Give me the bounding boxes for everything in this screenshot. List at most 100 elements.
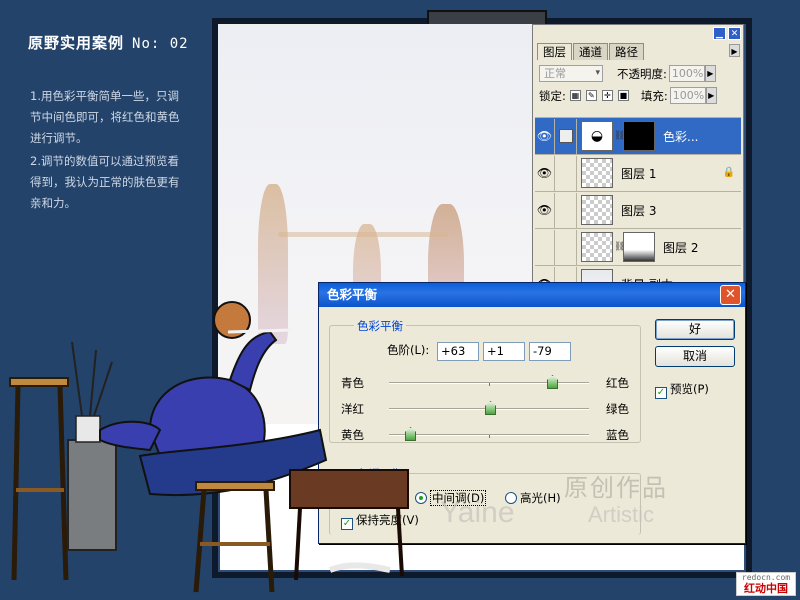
chain-icon[interactable]: ⛓ (614, 131, 625, 141)
slider-track[interactable] (389, 375, 589, 389)
layer-link-box[interactable] (555, 118, 577, 154)
checkmark-icon: ✓ (655, 387, 667, 399)
layer-row-layer-1[interactable]: 👁 图层 1 🔒 (535, 154, 741, 191)
title-text: 原野实用案例 (28, 34, 125, 52)
layer-link-box[interactable] (555, 155, 577, 191)
lock-icons: ▦ ✎ ✛ ■ (569, 90, 629, 101)
mask-thumbnail (623, 232, 655, 262)
close-icon[interactable]: ✕ (720, 285, 741, 305)
watermark-en: Yaine (440, 496, 515, 529)
opacity-arrow-icon[interactable]: ▶ (704, 65, 716, 82)
slider-right-label: 红色 (606, 376, 629, 390)
description: 1.用色彩平衡简单一些，只调节中间色即可，将红色和黄色进行调节。 2.调节的数值… (30, 86, 190, 214)
layer-name: 图层 2 (663, 240, 699, 255)
slider-track[interactable] (389, 401, 589, 415)
minimize-icon[interactable]: ▁ (713, 27, 726, 40)
slider-track[interactable] (389, 427, 589, 441)
layer-thumbnail (581, 195, 613, 225)
level-input-yellow-blue[interactable]: -79 (529, 342, 571, 361)
slider-left-label: 青色 (341, 376, 364, 390)
checkmark-icon: ✓ (341, 518, 353, 530)
title-number: No: 02 (132, 36, 189, 52)
site-logo: redocn.com 红动中国 (736, 572, 796, 596)
layer-name: 图层 1 (621, 166, 657, 181)
lock-label: 锁定: (539, 88, 566, 103)
preview-label: 预览(P) (670, 382, 709, 396)
slider-left-label: 黄色 (341, 428, 364, 442)
blend-opacity-row: 正常 不透明度: 100% ▶ (539, 65, 739, 82)
preserve-luminosity-label: 保持亮度(V) (356, 513, 419, 527)
close-icon[interactable]: ✕ (728, 27, 741, 40)
layer-row-layer-2[interactable]: ⛓ 图层 2 (535, 228, 741, 265)
opacity-label: 不透明度: (617, 66, 667, 81)
layer-link-box[interactable] (555, 229, 577, 265)
cabinet (67, 341, 117, 551)
adjustment-thumbnail: ◒ (581, 121, 613, 151)
ok-button[interactable]: 好 (655, 319, 735, 340)
slider-thumb[interactable] (405, 427, 416, 441)
color-slider-row: 青色 红色 (341, 375, 629, 391)
lock-pixels-icon[interactable]: ✎ (585, 90, 597, 101)
eye-icon[interactable]: 👁 (535, 118, 555, 154)
panel-menu-icon[interactable]: ▶ (729, 44, 740, 57)
slider-thumb[interactable] (485, 401, 496, 415)
cancel-button[interactable]: 取消 (655, 346, 735, 367)
panel-window-buttons: ▁ ✕ (713, 27, 741, 40)
site-name: 红动中国 (744, 582, 788, 595)
lock-transparency-icon[interactable]: ▦ (569, 90, 581, 101)
blend-mode-select[interactable]: 正常 (539, 65, 603, 82)
eye-icon[interactable]: 👁 (535, 192, 555, 228)
tab-paths[interactable]: 路径 (609, 43, 644, 60)
levels-label: 色阶(L): (387, 343, 430, 357)
group-label: 色彩平衡 (354, 318, 406, 334)
layer-thumbnail (581, 232, 613, 262)
mask-thumbnail (623, 121, 655, 151)
layer-row-color-balance[interactable]: 👁 ◒ ⛓ 色彩... (535, 117, 741, 154)
layers-panel: ▁ ✕ 图层 通道 路径 ▶ 正常 不透明度: 100% ▶ 锁定: ▦ ✎ ✛… (532, 24, 744, 302)
slider-right-label: 蓝色 (606, 428, 629, 442)
group-label: 色调平衡 (354, 466, 406, 482)
level-input-magenta-green[interactable]: +1 (483, 342, 525, 361)
fill-input[interactable]: 100% (669, 87, 706, 104)
tab-layers[interactable]: 图层 (537, 43, 572, 60)
fill-arrow-icon[interactable]: ▶ (705, 87, 717, 104)
layer-link-box[interactable] (555, 192, 577, 228)
description-step-1: 1.用色彩平衡简单一些，只调节中间色即可，将红色和黄色进行调节。 (30, 89, 180, 145)
slider-right-label: 绿色 (606, 402, 629, 416)
slider-center-tick (489, 383, 490, 386)
chain-icon[interactable]: ⛓ (614, 242, 625, 252)
slider-left-label: 洋红 (341, 402, 364, 416)
preview-checkbox[interactable]: ✓ 预览(P) (655, 381, 709, 399)
layer-name: 色彩... (663, 129, 699, 144)
stool-left (9, 377, 69, 581)
watermark-en2: Artistic (588, 502, 654, 527)
color-slider-row: 黄色 蓝色 (341, 427, 629, 443)
layer-list: 👁 ◒ ⛓ 色彩... 👁 图层 1 🔒 👁 图层 3 ⛓ 图层 2 (535, 117, 741, 302)
layer-row-layer-3[interactable]: 👁 图层 3 (535, 191, 741, 228)
description-step-2: 2.调节的数值可以通过预览看得到，我认为正常的肤色更有亲和力。 (30, 154, 180, 210)
radio-icon (415, 492, 427, 504)
eye-hidden-box[interactable] (535, 229, 555, 265)
watermark-cn: 原创作品 (564, 474, 668, 502)
color-balance-dialog: 色彩平衡 ✕ 色彩平衡 色阶(L): +63 +1 -79 青色 红色 洋红 绿色 黄色… (318, 282, 746, 544)
tab-channels[interactable]: 通道 (573, 43, 608, 60)
fill-label: 填充: (640, 88, 668, 103)
lock-icon: 🔒 (722, 167, 735, 178)
layer-name: 图层 3 (621, 203, 657, 218)
level-input-cyan-red[interactable]: +63 (437, 342, 479, 361)
eye-icon[interactable]: 👁 (535, 155, 555, 191)
lock-fill-row: 锁定: ▦ ✎ ✛ ■ 填充: 100% ▶ (539, 87, 739, 104)
opacity-input[interactable]: 100% (668, 65, 705, 82)
dancer-figure (258, 184, 288, 344)
slider-center-tick (489, 435, 490, 438)
highlights-label: 高光(H) (520, 491, 561, 505)
lock-position-icon[interactable]: ✛ (601, 90, 613, 101)
color-slider-row: 洋红 绿色 (341, 401, 629, 417)
dancers-arms (278, 232, 448, 237)
panel-tabs: 图层 通道 路径 (537, 43, 645, 60)
lock-all-icon[interactable]: ■ (617, 90, 629, 101)
layer-thumbnail (581, 158, 613, 188)
page-title: 原野实用案例 No: 02 (28, 32, 189, 53)
preserve-luminosity-checkbox[interactable]: ✓ 保持亮度(V) (341, 512, 419, 530)
slider-thumb[interactable] (547, 375, 558, 389)
